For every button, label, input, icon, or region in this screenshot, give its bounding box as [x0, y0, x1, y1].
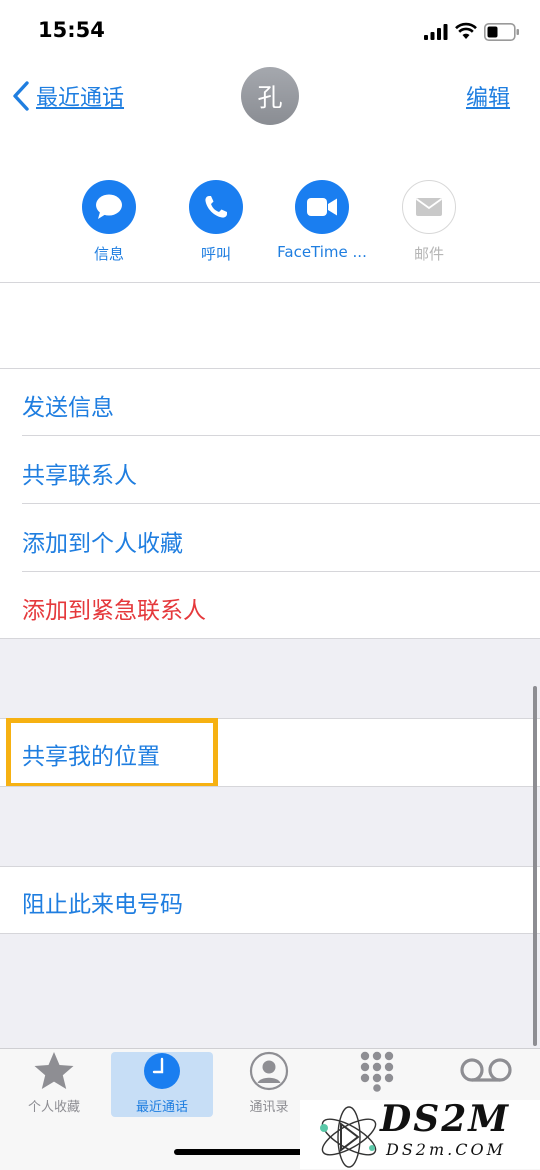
star-icon [34, 1052, 74, 1089]
scrollbar[interactable] [533, 686, 537, 1046]
watermark-sub-text: DS2m.COM [386, 1140, 506, 1159]
group-one-top-divider [0, 368, 540, 369]
highlight-box [6, 718, 218, 788]
video-icon [307, 198, 337, 216]
row-divider [22, 571, 540, 572]
avatar-initial: 孔 [257, 83, 283, 112]
row-divider [22, 503, 540, 504]
header-divider [0, 282, 540, 283]
back-button[interactable]: 最近通话 [10, 78, 124, 114]
avatar: 孔 [241, 67, 299, 125]
message-action-circle [82, 180, 136, 234]
mail-icon [415, 198, 443, 216]
group-one-bottom-divider [0, 638, 540, 639]
mail-action-circle [402, 180, 456, 234]
chevron-left-icon [13, 81, 29, 111]
message-icon [96, 194, 122, 219]
message-action-button[interactable]: 信息 [59, 180, 159, 264]
clock-icon [144, 1053, 180, 1089]
status-time: 15:54 [38, 18, 105, 42]
call-action-label: 呼叫 [200, 245, 231, 263]
section-gap [0, 786, 540, 866]
voicemail-icon [460, 1058, 512, 1082]
group-three-bottom-divider [0, 933, 540, 934]
tab-label: 最近通话 [135, 1100, 188, 1115]
watermark-main-text: DS2M [380, 1098, 511, 1140]
battery-icon [484, 23, 519, 41]
add-emergency-contact-row[interactable]: 添加到紧急联系人 [22, 591, 206, 625]
tab-favorites[interactable]: 个人收藏 [4, 1050, 104, 1118]
tab-label: 通讯录 [249, 1100, 289, 1115]
tab-recents[interactable]: 最近通话 [112, 1050, 212, 1118]
message-action-label: 信息 [93, 245, 124, 263]
group-three-top-divider [0, 866, 540, 867]
wifi-icon [455, 22, 477, 39]
mail-action-label: 邮件 [413, 245, 444, 263]
section-gap [0, 638, 540, 718]
back-label: 最近通话 [36, 86, 125, 111]
row-divider [22, 435, 540, 436]
call-action-circle [189, 180, 243, 234]
facetime-action-label: FaceTime ... [277, 243, 367, 261]
facetime-action-button[interactable]: FaceTime ... [272, 180, 372, 261]
signal-icon [424, 24, 448, 40]
phone-icon [205, 196, 227, 218]
add-to-favorites-row[interactable]: 添加到个人收藏 [22, 524, 183, 558]
bottom-gray-area [0, 933, 540, 1048]
mail-action-button[interactable]: 邮件 [379, 180, 479, 264]
facetime-action-circle [295, 180, 349, 234]
contact-icon [249, 1051, 289, 1091]
call-action-button[interactable]: 呼叫 [166, 180, 266, 264]
block-caller-row[interactable]: 阻止此来电号码 [22, 885, 183, 919]
edit-button[interactable]: 编辑 [466, 80, 510, 112]
send-message-row[interactable]: 发送信息 [22, 388, 114, 422]
keypad-icon [360, 1051, 394, 1092]
group-two-bottom-divider [0, 786, 540, 787]
share-contact-row[interactable]: 共享联系人 [22, 456, 137, 490]
tab-label: 个人收藏 [27, 1100, 80, 1115]
atom-logo-icon [320, 1106, 377, 1168]
